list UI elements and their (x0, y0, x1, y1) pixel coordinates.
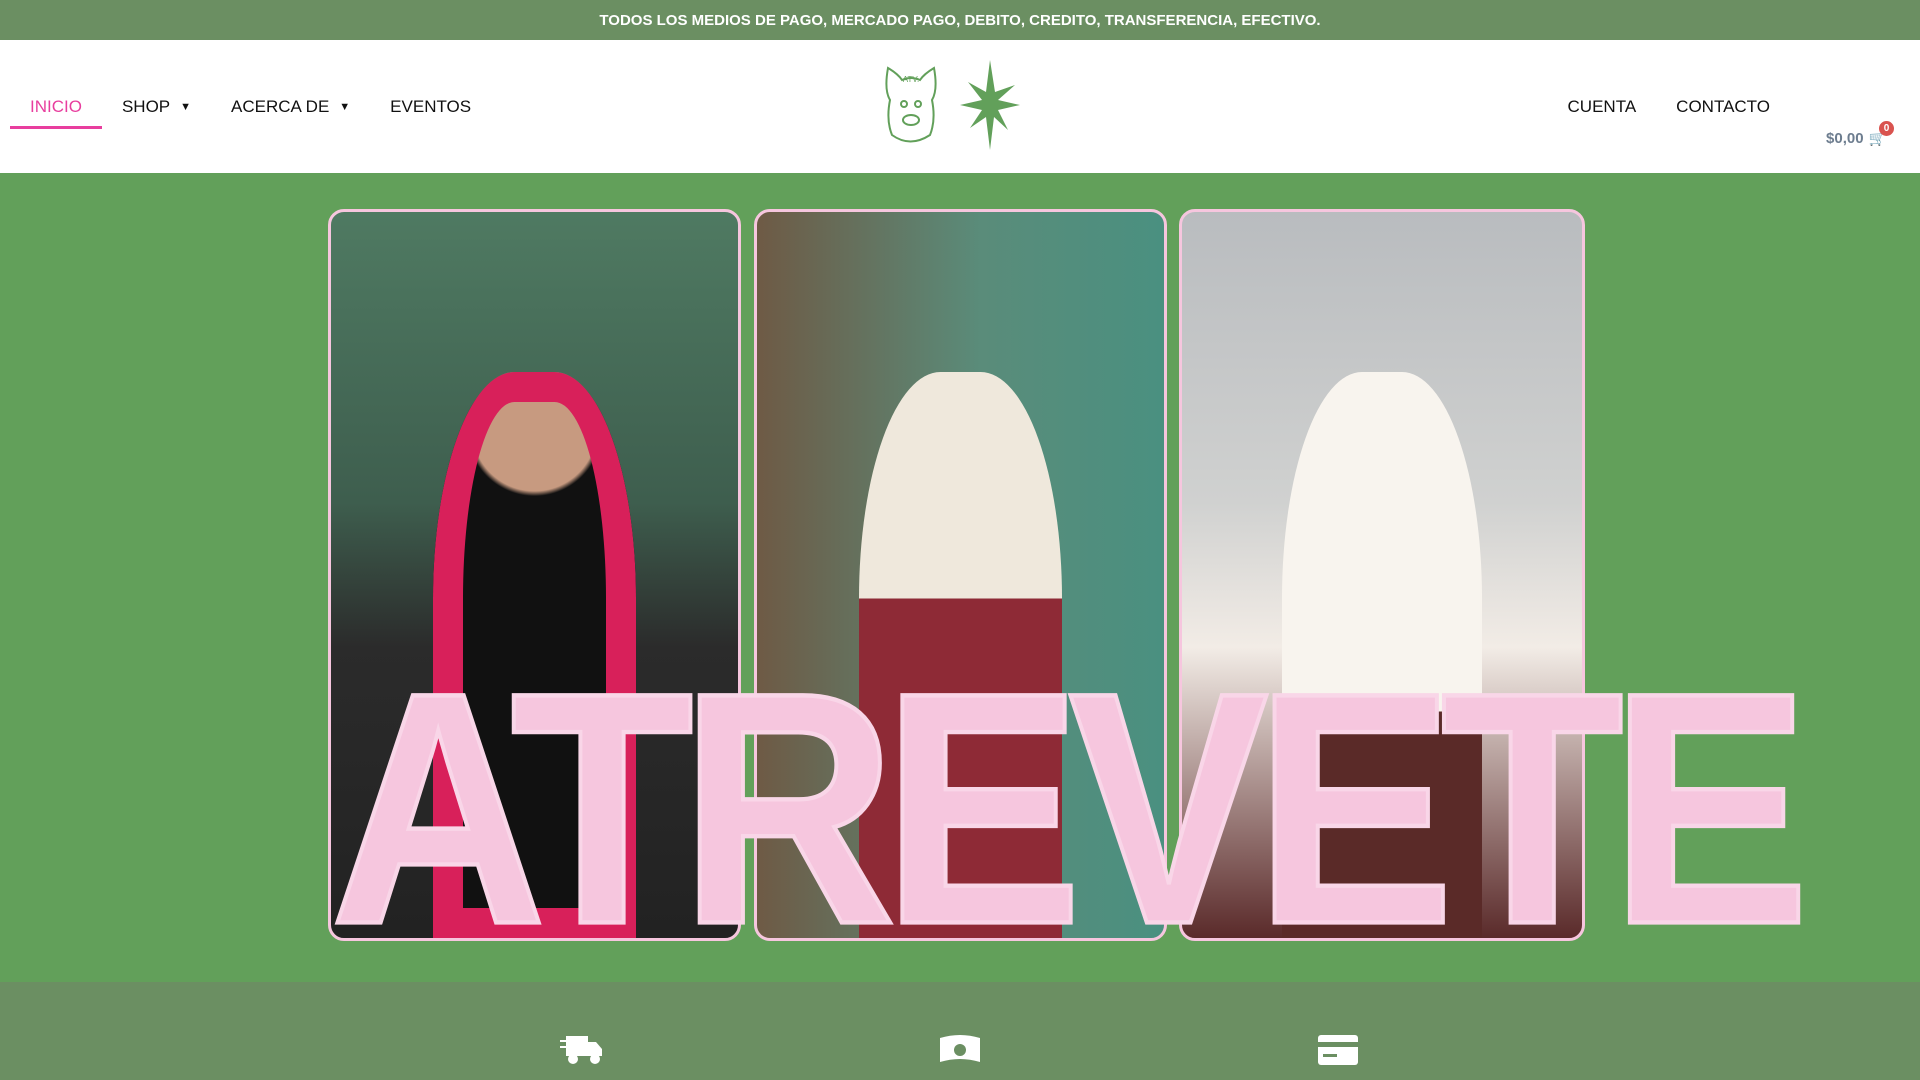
main-nav-left: INICIO SHOP ▼ ACERCA DE ▼ EVENTOS (0, 40, 491, 173)
credit-card-icon (1318, 1035, 1358, 1065)
cart-count-badge: 0 (1879, 121, 1894, 136)
caret-down-icon: ▼ (339, 100, 351, 113)
announcement-text: TODOS LOS MEDIOS DE PAGO, MERCADO PAGO, … (599, 11, 1321, 29)
hero-banner: ATREVETE (0, 173, 1920, 982)
announcement-bar: TODOS LOS MEDIOS DE PAGO, MERCADO PAGO, … (0, 0, 1920, 40)
nav-contacto[interactable]: CONTACTO (1656, 40, 1790, 173)
features-bar (0, 982, 1920, 1080)
truck-icon (560, 1036, 602, 1064)
main-nav-right: CUENTA CONTACTO (1548, 40, 1790, 173)
nav-shop[interactable]: SHOP ▼ (102, 40, 211, 173)
nav-label: SHOP (121, 96, 171, 116)
nav-cuenta[interactable]: CUENTA (1548, 40, 1657, 173)
nav-eventos[interactable]: EVENTOS (370, 40, 491, 173)
cart-button[interactable]: $0,00 🛒 0 (1826, 121, 1894, 147)
site-header: INICIO SHOP ▼ ACERCA DE ▼ EVENTOS ATV. CUE… (0, 40, 1920, 173)
nav-label: EVENTOS (390, 96, 472, 116)
caret-down-icon: ▼ (180, 100, 192, 113)
nav-acerca-de[interactable]: ACERCA DE ▼ (211, 40, 370, 173)
nav-inicio[interactable]: INICIO (0, 40, 102, 173)
nav-label: INICIO (30, 96, 82, 116)
hero-headline: ATREVETE (328, 623, 1812, 982)
cart-total: $0,00 (1826, 130, 1864, 147)
nav-label: CUENTA (1567, 96, 1637, 116)
logo-text: ATV. (903, 75, 919, 84)
money-icon (940, 1035, 980, 1062)
nav-label: CONTACTO (1676, 96, 1770, 116)
nav-label: ACERCA DE (231, 96, 330, 116)
logo[interactable]: ATV. (880, 60, 1040, 150)
